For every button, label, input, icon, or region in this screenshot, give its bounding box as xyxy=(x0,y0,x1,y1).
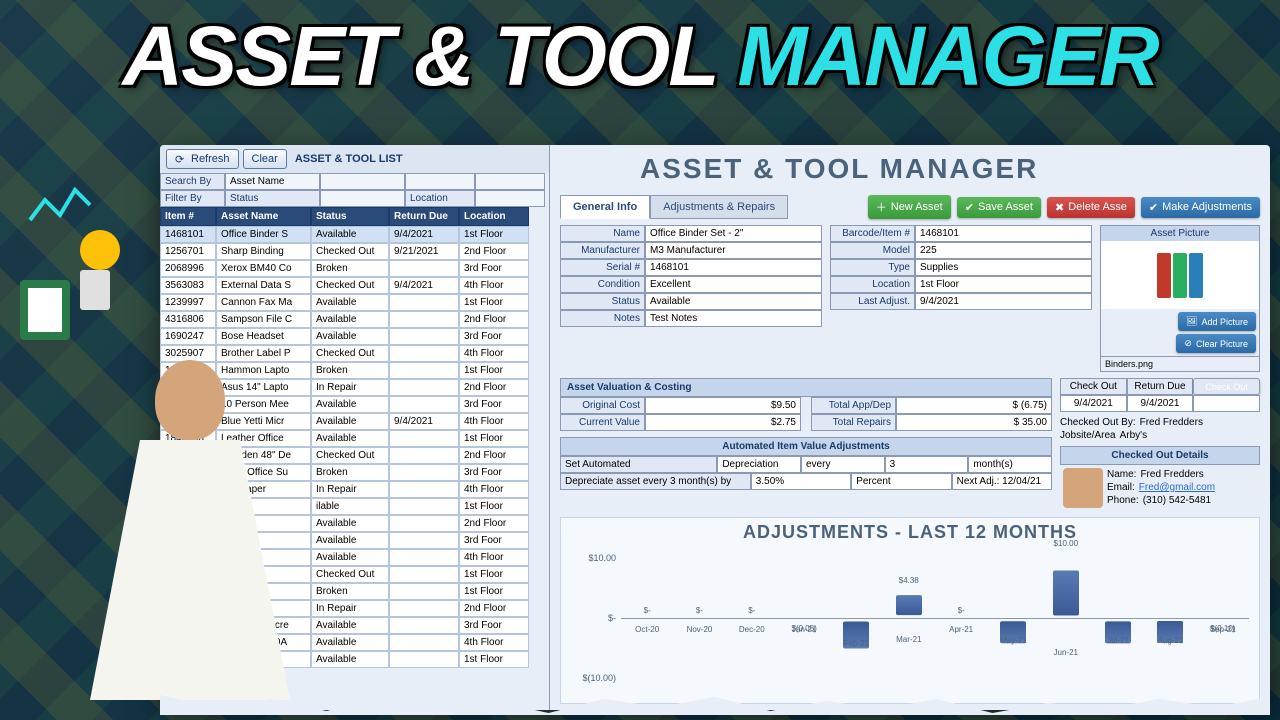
chart-bar: $(6.00)Feb-21 xyxy=(836,605,876,632)
info-field: StatusAvailable xyxy=(560,293,822,310)
auto-adj-header: Automated Item Value Adjustments xyxy=(560,437,1052,456)
new-asset-button[interactable]: ＋New Asset xyxy=(868,195,951,219)
chart-bar: $(5.00)May-21 xyxy=(993,607,1033,630)
search-row: Search By Asset Name xyxy=(160,173,549,190)
info-field: NotesTest Notes xyxy=(560,310,822,327)
asset-picture-panel: Asset Picture 🖼Add Picture ⊘Clear Pictur… xyxy=(1100,225,1260,372)
clear-icon: ⊘ xyxy=(1184,338,1192,349)
tab-adjustments[interactable]: Adjustments & Repairs xyxy=(650,195,788,219)
info-field: ManufacturerM3 Manufacturer xyxy=(560,242,822,259)
column-header[interactable]: Location xyxy=(459,207,529,226)
info-field: Barcode/Item #1468101 xyxy=(830,225,1092,242)
column-header[interactable]: Item # xyxy=(160,207,216,226)
check-icon: ✔ xyxy=(1149,201,1158,214)
email-link[interactable]: Fred@gmail.com xyxy=(1139,482,1215,493)
table-row[interactable]: 1256701Sharp BindingChecked Out9/21/2021… xyxy=(160,243,549,260)
checkout-button[interactable]: Check Out xyxy=(1193,378,1260,395)
chart-bar: $10.00Jun-21 xyxy=(1046,596,1086,641)
save-asset-button[interactable]: ✔Save Asset xyxy=(957,197,1041,218)
info-field: Serial #1468101 xyxy=(560,259,822,276)
clear-button[interactable]: Clear xyxy=(243,149,287,169)
location-filter[interactable] xyxy=(475,190,545,207)
list-title: ASSET & TOOL LIST xyxy=(295,153,403,165)
chart-bar: $4.38Mar-21 xyxy=(889,608,929,628)
avatar xyxy=(1063,468,1103,508)
asset-image xyxy=(1101,241,1259,309)
picture-filename: Binders.png xyxy=(1101,356,1259,371)
table-row[interactable]: 1690247Bose HeadsetAvailable3rd Foor xyxy=(160,328,549,345)
info-field: ConditionExcellent xyxy=(560,276,822,293)
decorative-icons xyxy=(10,160,160,360)
image-icon: 🖼 xyxy=(1186,316,1197,327)
hero-title: ASSET & TOOL MANAGER xyxy=(0,8,1280,105)
column-header[interactable]: Status xyxy=(311,207,389,226)
column-header[interactable]: Asset Name xyxy=(216,207,311,226)
table-row[interactable]: 3563083External Data SChecked Out9/4/202… xyxy=(160,277,549,294)
chart-bar: $(4.90)Aug-21 xyxy=(1150,607,1190,629)
search-input[interactable] xyxy=(320,173,405,190)
make-adjustments-button[interactable]: ✔Make Adjustments xyxy=(1141,197,1260,218)
detail-tabs: General Info Adjustments & Repairs xyxy=(560,195,788,219)
adjustments-chart: ADJUSTMENTS - LAST 12 MONTHS $10.00$-$(1… xyxy=(560,517,1260,704)
table-row[interactable]: 4316806Sampson File CAvailable2nd Floor xyxy=(160,311,549,328)
x-icon: ✖ xyxy=(1055,201,1064,214)
chart-bar: $(5.08)Jul-21 xyxy=(1098,607,1138,630)
table-row[interactable]: 1239997Cannon Fax MaAvailable1st Floor xyxy=(160,294,549,311)
column-header[interactable]: Return Due xyxy=(389,207,459,226)
plus-icon: ＋ xyxy=(876,199,887,215)
valuation-header: Asset Valuation & Costing xyxy=(560,378,1052,397)
search-field-select[interactable]: Asset Name xyxy=(225,173,320,190)
status-filter[interactable] xyxy=(320,190,405,207)
add-picture-button[interactable]: 🖼Add Picture xyxy=(1178,312,1256,331)
filter-row: Filter By Status Location xyxy=(160,190,549,207)
asset-manager-app: ⟳Refresh Clear ASSET & TOOL LIST Search … xyxy=(160,145,1270,710)
info-field: Last Adjust.9/4/2021 xyxy=(830,293,1092,310)
info-field: Model225 xyxy=(830,242,1092,259)
refresh-icon: ⟳ xyxy=(175,153,187,165)
check-icon: ✔ xyxy=(965,201,974,214)
info-field: NameOffice Binder Set - 2" xyxy=(560,225,822,242)
clear-picture-button[interactable]: ⊘Clear Picture xyxy=(1176,334,1256,353)
info-field: TypeSupplies xyxy=(830,259,1092,276)
tab-general-info[interactable]: General Info xyxy=(560,195,650,219)
checkout-panel: Check OutReturn Due Check Out 9/4/20219/… xyxy=(1060,378,1260,511)
refresh-button[interactable]: ⟳Refresh xyxy=(166,149,239,169)
table-row[interactable]: 1468101Office Binder SAvailable9/4/20211… xyxy=(160,226,549,243)
app-title: ASSET & TOOL MANAGER xyxy=(640,153,1260,185)
table-row[interactable]: 2068996Xerox BM40 CoBroken3rd Foor xyxy=(160,260,549,277)
presenter-photo xyxy=(70,360,310,710)
delete-asset-button[interactable]: ✖Delete Asse xyxy=(1047,197,1135,218)
detail-panel: ASSET & TOOL MANAGER General Info Adjust… xyxy=(550,145,1270,710)
info-field: Location1st Floor xyxy=(830,276,1092,293)
